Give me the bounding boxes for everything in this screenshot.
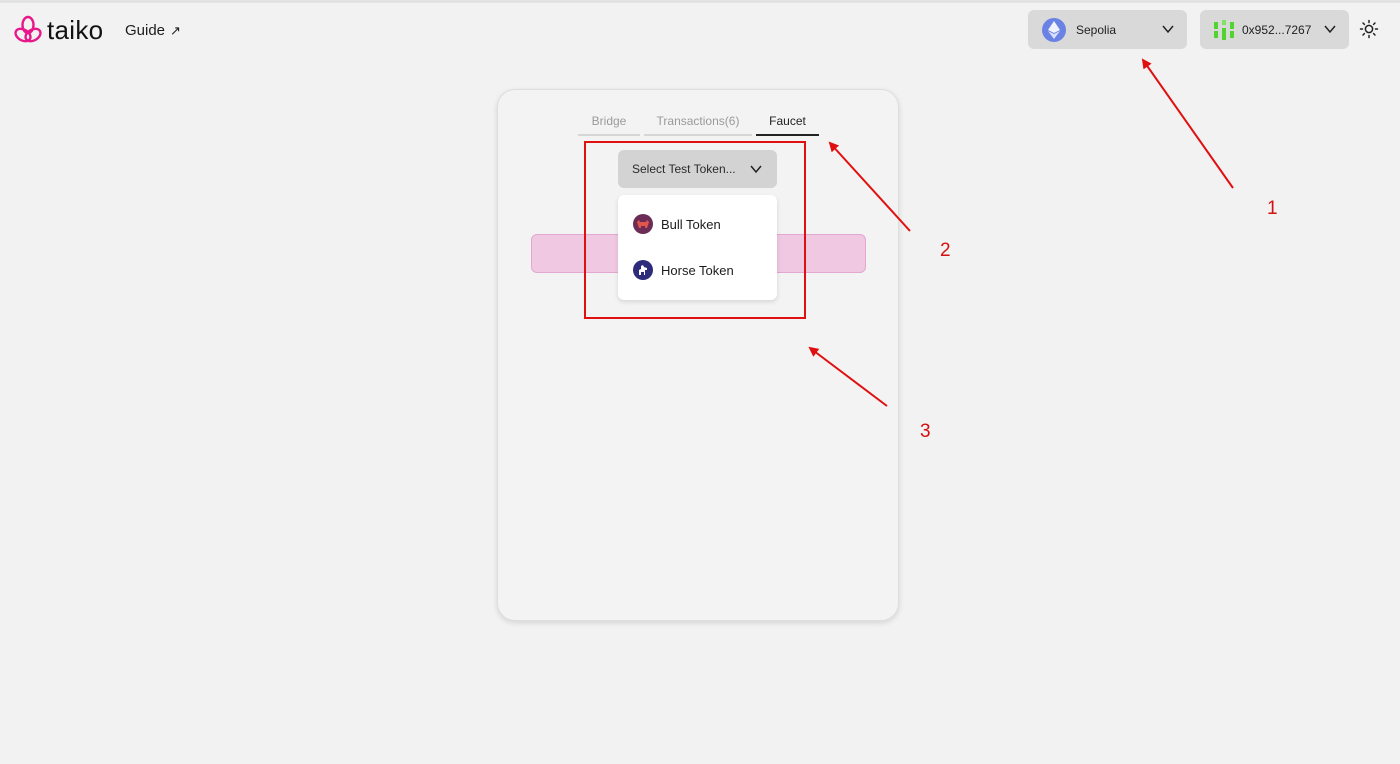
- annotation-arrow-1: [1141, 58, 1234, 189]
- annotation-arrow-3: [808, 346, 888, 407]
- annotation-label-1: 1: [1267, 198, 1278, 219]
- annotation-arrow-2: [828, 141, 911, 232]
- annotation-label-2: 2: [940, 240, 951, 261]
- annotation-label-3: 3: [920, 421, 931, 442]
- annotation-arrows: [808, 58, 1234, 407]
